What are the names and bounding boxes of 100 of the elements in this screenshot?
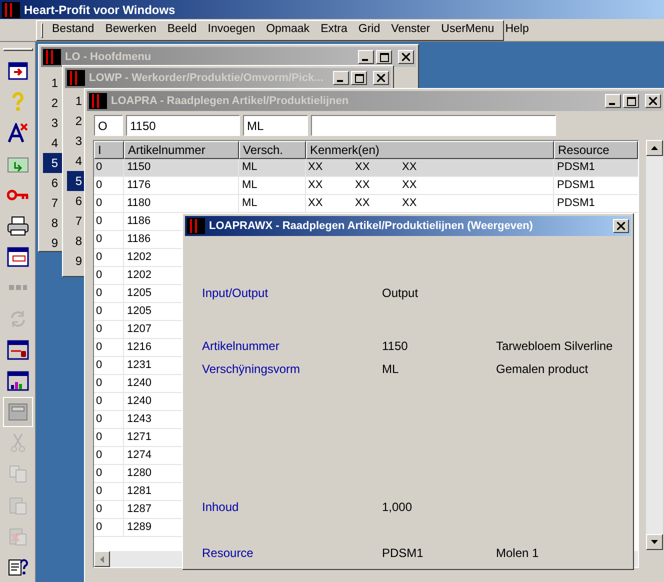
table-cell-text: XX: [355, 178, 371, 194]
menu-item[interactable]: 8: [43, 213, 62, 233]
minimize-button[interactable]: [358, 50, 374, 64]
table-cell: 0: [94, 375, 124, 393]
table-cell-text: XX: [308, 196, 324, 212]
table-cell: 0: [94, 483, 124, 501]
menu-item[interactable]: Venster: [386, 21, 436, 39]
logo-icon: [187, 218, 205, 234]
window-lock-icon: [6, 340, 28, 360]
menu-item[interactable]: Help: [500, 21, 534, 39]
maximize-button[interactable]: [623, 94, 639, 108]
field-value: PDSM1: [382, 545, 424, 562]
scroll-left-button[interactable]: [94, 551, 110, 567]
left-arrow-icon: [100, 556, 104, 562]
table-cell: 0: [94, 429, 124, 447]
minimize-button[interactable]: [333, 71, 349, 85]
field-description: Tarwebloem Silverline: [496, 338, 613, 355]
menu-item[interactable]: Opmaak: [261, 21, 315, 39]
table-cell: 0: [94, 267, 124, 285]
logo-icon: [67, 70, 85, 86]
field-label: Inhoud: [202, 499, 240, 516]
vertical-scrollbar[interactable]: [646, 140, 663, 550]
menu-item[interactable]: 6: [67, 191, 86, 211]
scroll-up-button[interactable]: [646, 140, 663, 156]
menu-item[interactable]: Extra: [316, 21, 352, 39]
close-button[interactable]: [645, 94, 661, 108]
table-cell: 0: [94, 303, 124, 321]
table-cell: 0: [94, 411, 124, 429]
column-header[interactable]: Versch.: [239, 141, 306, 159]
field-description: Gemalen product: [496, 361, 588, 378]
key-icon: [6, 189, 28, 201]
table-cell: PDSM1: [554, 159, 638, 177]
filter-field[interactable]: ML: [243, 115, 308, 136]
app-title: Heart-Profit voor Windows: [24, 2, 176, 18]
menu-item[interactable]: 3: [67, 131, 86, 151]
menu-item[interactable]: Grid: [353, 21, 386, 39]
menu-item[interactable]: 3: [43, 113, 62, 133]
scroll-down-button[interactable]: [646, 534, 663, 550]
filter-field[interactable]: 1150: [126, 115, 240, 136]
maximize-button[interactable]: [376, 50, 392, 64]
menu-item[interactable]: 5: [43, 153, 62, 173]
filter-field[interactable]: O: [94, 115, 123, 136]
field-value: 1150: [382, 338, 409, 355]
column-header[interactable]: Artikelnummer: [124, 141, 239, 159]
menu-item[interactable]: 7: [43, 193, 62, 213]
menu-item[interactable]: Invoegen: [202, 21, 260, 39]
minimize-button[interactable]: [605, 94, 621, 108]
menu-item[interactable]: 2: [67, 111, 86, 131]
table-cell: 0: [94, 465, 124, 483]
menu-item[interactable]: 4: [43, 133, 62, 153]
field-value: Output: [382, 285, 420, 302]
menu-item[interactable]: 7: [67, 211, 86, 231]
menu-item[interactable]: Bestand: [47, 21, 100, 39]
table-cell: 0: [94, 177, 124, 195]
paste-cross-icon: [8, 526, 26, 546]
table-cell: 0: [94, 249, 124, 267]
menu-item[interactable]: 2: [43, 93, 62, 113]
table-cell: 0: [94, 339, 124, 357]
table-cell: ML: [239, 177, 306, 195]
close-icon: [402, 53, 410, 61]
close-button[interactable]: [373, 71, 389, 85]
table-cell: 0: [94, 285, 124, 303]
window-title: LOWP - Werkorder/Produktie/Omvorm/Pick...: [89, 70, 324, 86]
menu-item[interactable]: Beeld: [162, 21, 202, 39]
table-cell: 0: [94, 447, 124, 465]
table-cell: 1150: [124, 159, 239, 177]
table-row[interactable]: 0 1176 ML XX XX XX PDSM1: [94, 177, 638, 195]
menu-item[interactable]: 9: [43, 233, 62, 253]
table-row[interactable]: 0 1150 ML XX XX XX PDSM1: [94, 159, 638, 177]
menu-item[interactable]: 8: [67, 231, 86, 251]
menu-item[interactable]: 6: [43, 173, 62, 193]
table-cell: 0: [94, 393, 124, 411]
table-cell: 0: [94, 519, 124, 537]
table-cell: 0: [94, 321, 124, 339]
maximize-button[interactable]: [351, 71, 367, 85]
close-button[interactable]: [613, 219, 629, 233]
menu-item[interactable]: 4: [67, 151, 86, 171]
column-header[interactable]: Resource: [554, 141, 638, 159]
table-cell-text: XX: [355, 160, 371, 176]
copy-icon: [8, 465, 26, 483]
table-cell: 0: [94, 195, 124, 213]
logo-icon: [2, 2, 20, 18]
menu-item[interactable]: Bewerken: [100, 21, 162, 39]
table-cell: PDSM1: [554, 177, 638, 195]
menu-item[interactable]: 1: [43, 73, 62, 93]
menu-item[interactable]: UserMenu: [436, 21, 500, 39]
field-value: 1,000: [382, 499, 414, 516]
menu-item[interactable]: 1: [67, 91, 86, 111]
menu-item[interactable]: 9: [67, 251, 86, 271]
table-cell: 0: [94, 213, 124, 231]
table-cell: 0: [94, 159, 124, 177]
table-cell-text: XX: [402, 196, 418, 212]
column-header[interactable]: I: [94, 141, 124, 159]
close-icon: [617, 222, 625, 230]
table-cell: 1176: [124, 177, 239, 195]
close-button[interactable]: [398, 50, 414, 64]
column-header[interactable]: Kenmerk(en): [306, 141, 554, 159]
scissors-icon: [10, 433, 24, 453]
table-cell-text: XX: [402, 178, 418, 194]
filter-field[interactable]: [311, 115, 556, 136]
